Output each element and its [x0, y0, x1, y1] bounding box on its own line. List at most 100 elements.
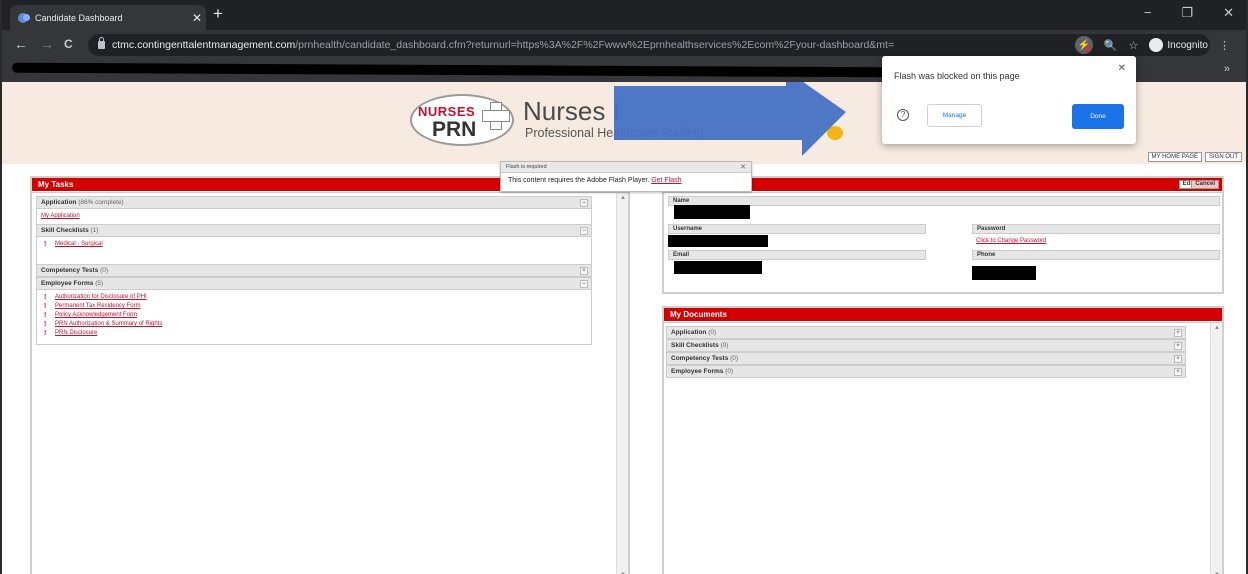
scroll-up-icon[interactable]: ▲ [1211, 325, 1223, 331]
change-password-link[interactable]: Click to Change Password [976, 237, 1046, 246]
flash-notice-header: Flash is required ✕ [501, 162, 751, 173]
page-content: NURSES PRN Nurses I Professional Healthc… [2, 82, 1246, 574]
get-flash-link[interactable]: Get Flash [651, 177, 681, 184]
nurses-prn-logo[interactable]: NURSES PRN [410, 94, 514, 146]
back-icon[interactable]: ← [14, 36, 28, 52]
help-icon[interactable]: ? [897, 109, 909, 121]
flash-blocked-icon[interactable]: ⚡ [1074, 36, 1093, 54]
sign-out-link[interactable]: SIGN OUT [1204, 152, 1242, 162]
task-link[interactable]: Authorization for Disclosure of PHI [55, 293, 147, 302]
new-tab-icon[interactable]: + [208, 4, 228, 24]
arrow-shape [614, 82, 846, 156]
phone-label: Phone [972, 250, 1220, 260]
url-host: ctmc.contingenttalentmanagement.com [112, 39, 296, 51]
alert-icon: ! [44, 303, 47, 310]
expand-toggle-icon[interactable]: + [1174, 342, 1182, 350]
section-label: Skill Checklists [671, 342, 719, 349]
my-documents-panel: My Documents Application (0) + Skill Che… [662, 306, 1224, 574]
scroll-up-icon[interactable]: ▲ [617, 195, 629, 201]
phone-redacted [972, 266, 1036, 280]
tasks-scrollbar[interactable]: ▲ ▼ [616, 193, 628, 574]
cancel-button[interactable]: Cancel [1191, 180, 1219, 189]
incognito-icon [1149, 38, 1164, 52]
section-count: (86% complete) [78, 199, 124, 206]
flash-notice-title: Flash is required [506, 164, 547, 170]
done-button[interactable]: Done [1072, 104, 1124, 129]
documents-list: Application (0) + Skill Checklists (0) +… [666, 326, 1186, 378]
address-bar[interactable]: ctmc.contingenttalentmanagement.com /prn… [88, 34, 1210, 56]
collapse-toggle-icon[interactable]: − [580, 199, 588, 207]
task-link[interactable]: Permanent Tax Residency Form [55, 302, 141, 311]
bookmark-star-icon[interactable]: ☆ [1129, 39, 1139, 52]
competency-tests-section[interactable]: Competency Tests (0) + [36, 264, 592, 277]
list-item: ! Permanent Tax Residency Form [41, 302, 587, 311]
incognito-badge[interactable]: Incognito [1149, 38, 1208, 52]
task-link[interactable]: Policy Acknowledgement Form [55, 311, 137, 320]
url-path: /prnhealth/candidate_dashboard.cfm?retur… [295, 39, 895, 51]
list-item: ! Policy Acknowledgement Form [41, 311, 587, 320]
alert-icon: ! [44, 321, 47, 328]
my-application-link[interactable]: My Application [41, 212, 587, 221]
my-home-page-link[interactable]: MY HOME PAGE [1147, 152, 1202, 162]
account-panel: Edit Cancel Name Username Password Click… [662, 176, 1224, 294]
section-label: Skill Checklists [41, 227, 89, 234]
doc-skill-checklists-section[interactable]: Skill Checklists (0) + [666, 339, 1186, 352]
forward-icon[interactable]: → [40, 36, 54, 52]
window-controls: − ❐ ✕ [1144, 5, 1234, 21]
flash-notice-body: This content requires the Adobe Flash Pl… [501, 173, 751, 188]
alert-icon: ! [44, 312, 47, 319]
bookmarks-more-icon[interactable]: » [1224, 63, 1230, 75]
section-label: Employee Forms [41, 280, 94, 287]
reload-icon[interactable]: C [64, 37, 73, 51]
top-links: MY HOME PAGE SIGN OUT [1147, 152, 1242, 162]
manage-button[interactable]: Manage [927, 104, 982, 127]
tab-strip: Candidate Dashboard ✕ + − ❐ ✕ [2, 0, 1246, 30]
collapse-toggle-icon[interactable]: − [580, 227, 588, 235]
site-favicon-icon [18, 12, 30, 23]
popup-title: Flash was blocked on this page [894, 71, 1020, 81]
name-label: Name [668, 196, 1220, 206]
alert-icon: ! [44, 330, 47, 337]
tab-candidate-dashboard[interactable]: Candidate Dashboard ✕ [10, 5, 206, 30]
employee-forms-section[interactable]: Employee Forms (5) − [36, 277, 592, 290]
alert-icon: ! [44, 241, 47, 248]
menu-icon[interactable]: ⋮ [1219, 39, 1230, 52]
section-label: Competency Tests [671, 355, 729, 362]
documents-scrollbar[interactable]: ▲ ▼ [1210, 323, 1222, 574]
logo-prn-text: PRN [432, 118, 477, 141]
flash-notice-close-icon[interactable]: ✕ [740, 163, 746, 171]
tab-close-icon[interactable]: ✕ [188, 11, 206, 25]
section-label: Employee Forms [671, 368, 724, 375]
task-link[interactable]: PRN Authorization & Summary of Rights [55, 320, 162, 329]
section-label: Competency Tests [41, 267, 99, 274]
section-count: (0) [708, 329, 717, 336]
redaction-bar [11, 62, 893, 78]
expand-toggle-icon[interactable]: + [1174, 368, 1182, 376]
restore-icon[interactable]: ❐ [1181, 5, 1193, 21]
expand-toggle-icon[interactable]: + [1174, 329, 1182, 337]
expand-toggle-icon[interactable]: + [1174, 355, 1182, 363]
popup-close-icon[interactable]: ✕ [1118, 63, 1126, 74]
list-item: ! PRN Authorization & Summary of Rights [41, 320, 587, 329]
application-section[interactable]: Application (86% complete) − [36, 196, 592, 209]
employee-forms-body: ! Authorization for Disclosure of PHI ! Pe… [36, 290, 592, 345]
email-redacted [674, 261, 762, 274]
doc-competency-tests-section[interactable]: Competency Tests (0) + [666, 352, 1186, 365]
tab-title: Candidate Dashboard [35, 12, 123, 23]
toolbar-right: ⚡ 🔍 ☆ Incognito ⋮ [1074, 34, 1230, 56]
window-close-icon[interactable]: ✕ [1223, 5, 1234, 21]
zoom-icon[interactable]: 🔍 [1104, 39, 1118, 52]
list-item: ! Authorization for Disclosure of PHI [41, 293, 587, 302]
flash-notice-message: This content requires the Adobe Flash Pl… [508, 177, 650, 184]
expand-toggle-icon[interactable]: + [580, 267, 588, 275]
doc-application-section[interactable]: Application (0) + [666, 326, 1186, 339]
my-documents-header: My Documents [664, 308, 1222, 321]
tasks-list: Application (86% complete) − My Applicat… [36, 196, 592, 345]
collapse-toggle-icon[interactable]: − [580, 280, 588, 288]
minimize-icon[interactable]: − [1144, 5, 1152, 21]
task-link[interactable]: PRN Disclosure [55, 329, 97, 338]
skill-checklists-section[interactable]: Skill Checklists (1) − [36, 224, 592, 237]
doc-employee-forms-section[interactable]: Employee Forms (0) + [666, 365, 1186, 378]
list-item: ! Medical - Surgical [41, 240, 587, 249]
task-link[interactable]: Medical - Surgical [55, 240, 103, 249]
